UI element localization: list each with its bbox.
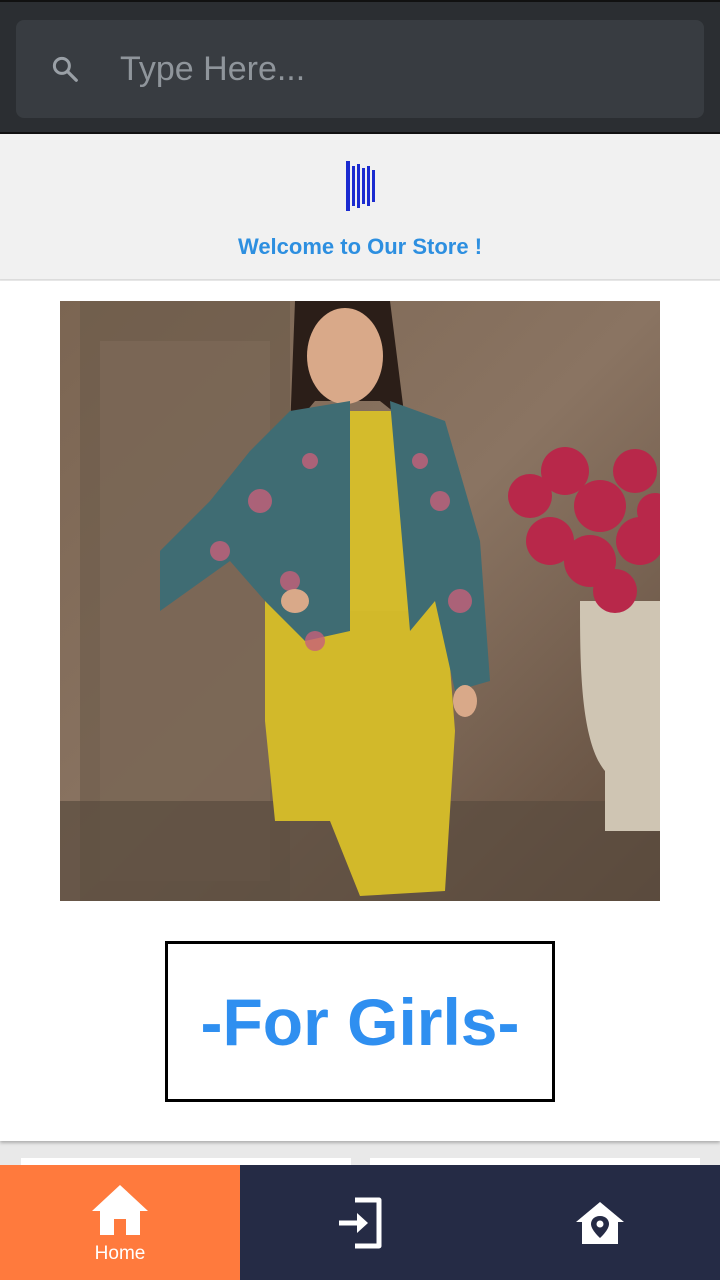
nav-home-label: Home [94,1242,146,1264]
search-input[interactable] [120,20,680,118]
home-icon [92,1184,148,1235]
location-home-icon [576,1201,624,1244]
store-header: Welcome to Our Store ! [0,134,720,280]
app-bar [0,0,720,134]
search-bar[interactable] [16,20,704,118]
nav-home[interactable]: Home [0,1165,240,1280]
store-logo [344,158,378,214]
bottom-navigation: Home [0,1165,720,1280]
login-icon [339,1197,382,1248]
product-image[interactable] [60,301,660,901]
welcome-text: Welcome to Our Store ! [237,234,483,259]
nav-location[interactable] [480,1165,720,1280]
category-caption: -For Girls- [200,984,520,1059]
category-caption-box[interactable]: -For Girls- [165,941,555,1102]
search-icon[interactable] [50,54,80,84]
nav-login[interactable] [240,1165,480,1280]
girl-dress-illustration [60,301,660,901]
category-card[interactable]: -For Girls- [0,281,720,1141]
